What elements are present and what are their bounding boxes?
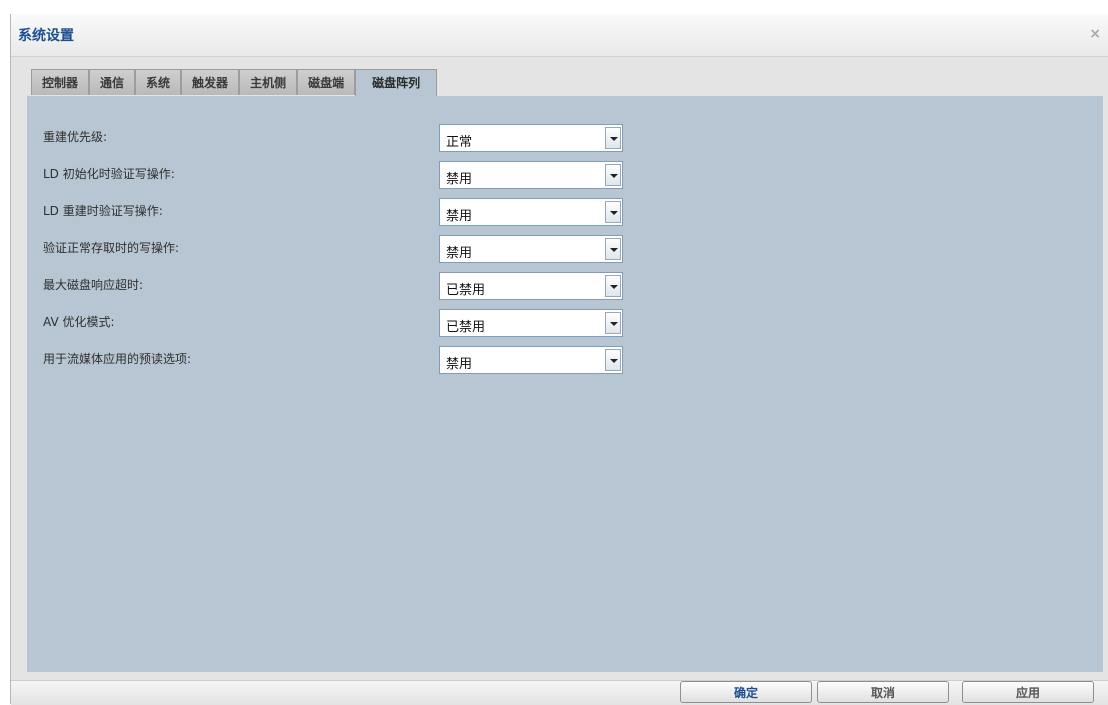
tab-trigger[interactable]: 触发器 [181,69,240,95]
settings-tabs: 控制器 通信 系统 触发器 主机侧 磁盘端 磁盘阵列 [31,69,438,96]
setting-row-rebuild-priority: 重建优先级: 正常 [27,124,647,154]
select-value: 禁用 [446,357,473,372]
cancel-button[interactable]: 取消 [817,681,949,703]
select-value: 禁用 [446,172,473,187]
tab-communication[interactable]: 通信 [89,69,136,95]
tab-system[interactable]: 系统 [135,69,182,95]
chevron-down-icon[interactable] [605,164,621,186]
setting-label: 重建优先级: [43,130,108,144]
select-value: 已禁用 [446,320,486,335]
ld-rebuild-verify-write-select[interactable]: 禁用 [439,198,623,226]
chevron-down-icon[interactable] [605,275,621,297]
setting-label: LD 重建时验证写操作: [43,204,163,218]
chevron-down-icon[interactable] [605,312,621,334]
chevron-down-icon[interactable] [605,201,621,223]
system-settings-dialog: 系统设置 × 控制器 通信 系统 触发器 主机侧 磁盘端 磁盘阵列 重建优先级:… [10,14,1108,705]
select-value: 禁用 [446,209,473,224]
setting-label: 用于流媒体应用的预读选项: [43,352,192,366]
setting-row-normal-access-verify-write: 验证正常存取时的写操作: 禁用 [27,235,647,265]
read-ahead-streaming-select[interactable]: 禁用 [439,346,623,374]
ok-button[interactable]: 确定 [680,681,812,703]
dialog-titlebar: 系统设置 × [11,14,1108,57]
av-optimization-mode-select[interactable]: 已禁用 [439,309,623,337]
rebuild-priority-select[interactable]: 正常 [439,124,623,152]
apply-button[interactable]: 应用 [962,681,1094,703]
select-value: 正常 [446,135,473,150]
tab-disk-array[interactable]: 磁盘阵列 [355,69,438,96]
tab-disk-side[interactable]: 磁盘端 [297,69,356,95]
setting-row-av-optimization-mode: AV 优化模式: 已禁用 [27,309,647,339]
disk-array-settings-panel: 重建优先级: 正常 LD 初始化时验证写操作: 禁用 LD 重建时验证写操作: … [27,96,1103,672]
close-icon[interactable]: × [1089,26,1101,42]
select-value: 已禁用 [446,283,486,298]
setting-row-ld-rebuild-verify-write: LD 重建时验证写操作: 禁用 [27,198,647,228]
setting-row-max-disk-response-timeout: 最大磁盘响应超时: 已禁用 [27,272,647,302]
chevron-down-icon[interactable] [605,127,621,149]
setting-label: AV 优化模式: [43,315,115,329]
chevron-down-icon[interactable] [605,238,621,260]
dialog-title: 系统设置 [18,28,74,44]
setting-label: 最大磁盘响应超时: [43,278,144,292]
chevron-down-icon[interactable] [605,349,621,371]
select-value: 禁用 [446,246,473,261]
normal-access-verify-write-select[interactable]: 禁用 [439,235,623,263]
ld-init-verify-write-select[interactable]: 禁用 [439,161,623,189]
setting-row-read-ahead-streaming: 用于流媒体应用的预读选项: 禁用 [27,346,647,376]
setting-row-ld-init-verify-write: LD 初始化时验证写操作: 禁用 [27,161,647,191]
tab-host-side[interactable]: 主机侧 [239,69,298,95]
tab-controller[interactable]: 控制器 [31,69,90,95]
setting-label: LD 初始化时验证写操作: [43,167,175,181]
max-disk-response-timeout-select[interactable]: 已禁用 [439,272,623,300]
setting-label: 验证正常存取时的写操作: [43,241,180,255]
